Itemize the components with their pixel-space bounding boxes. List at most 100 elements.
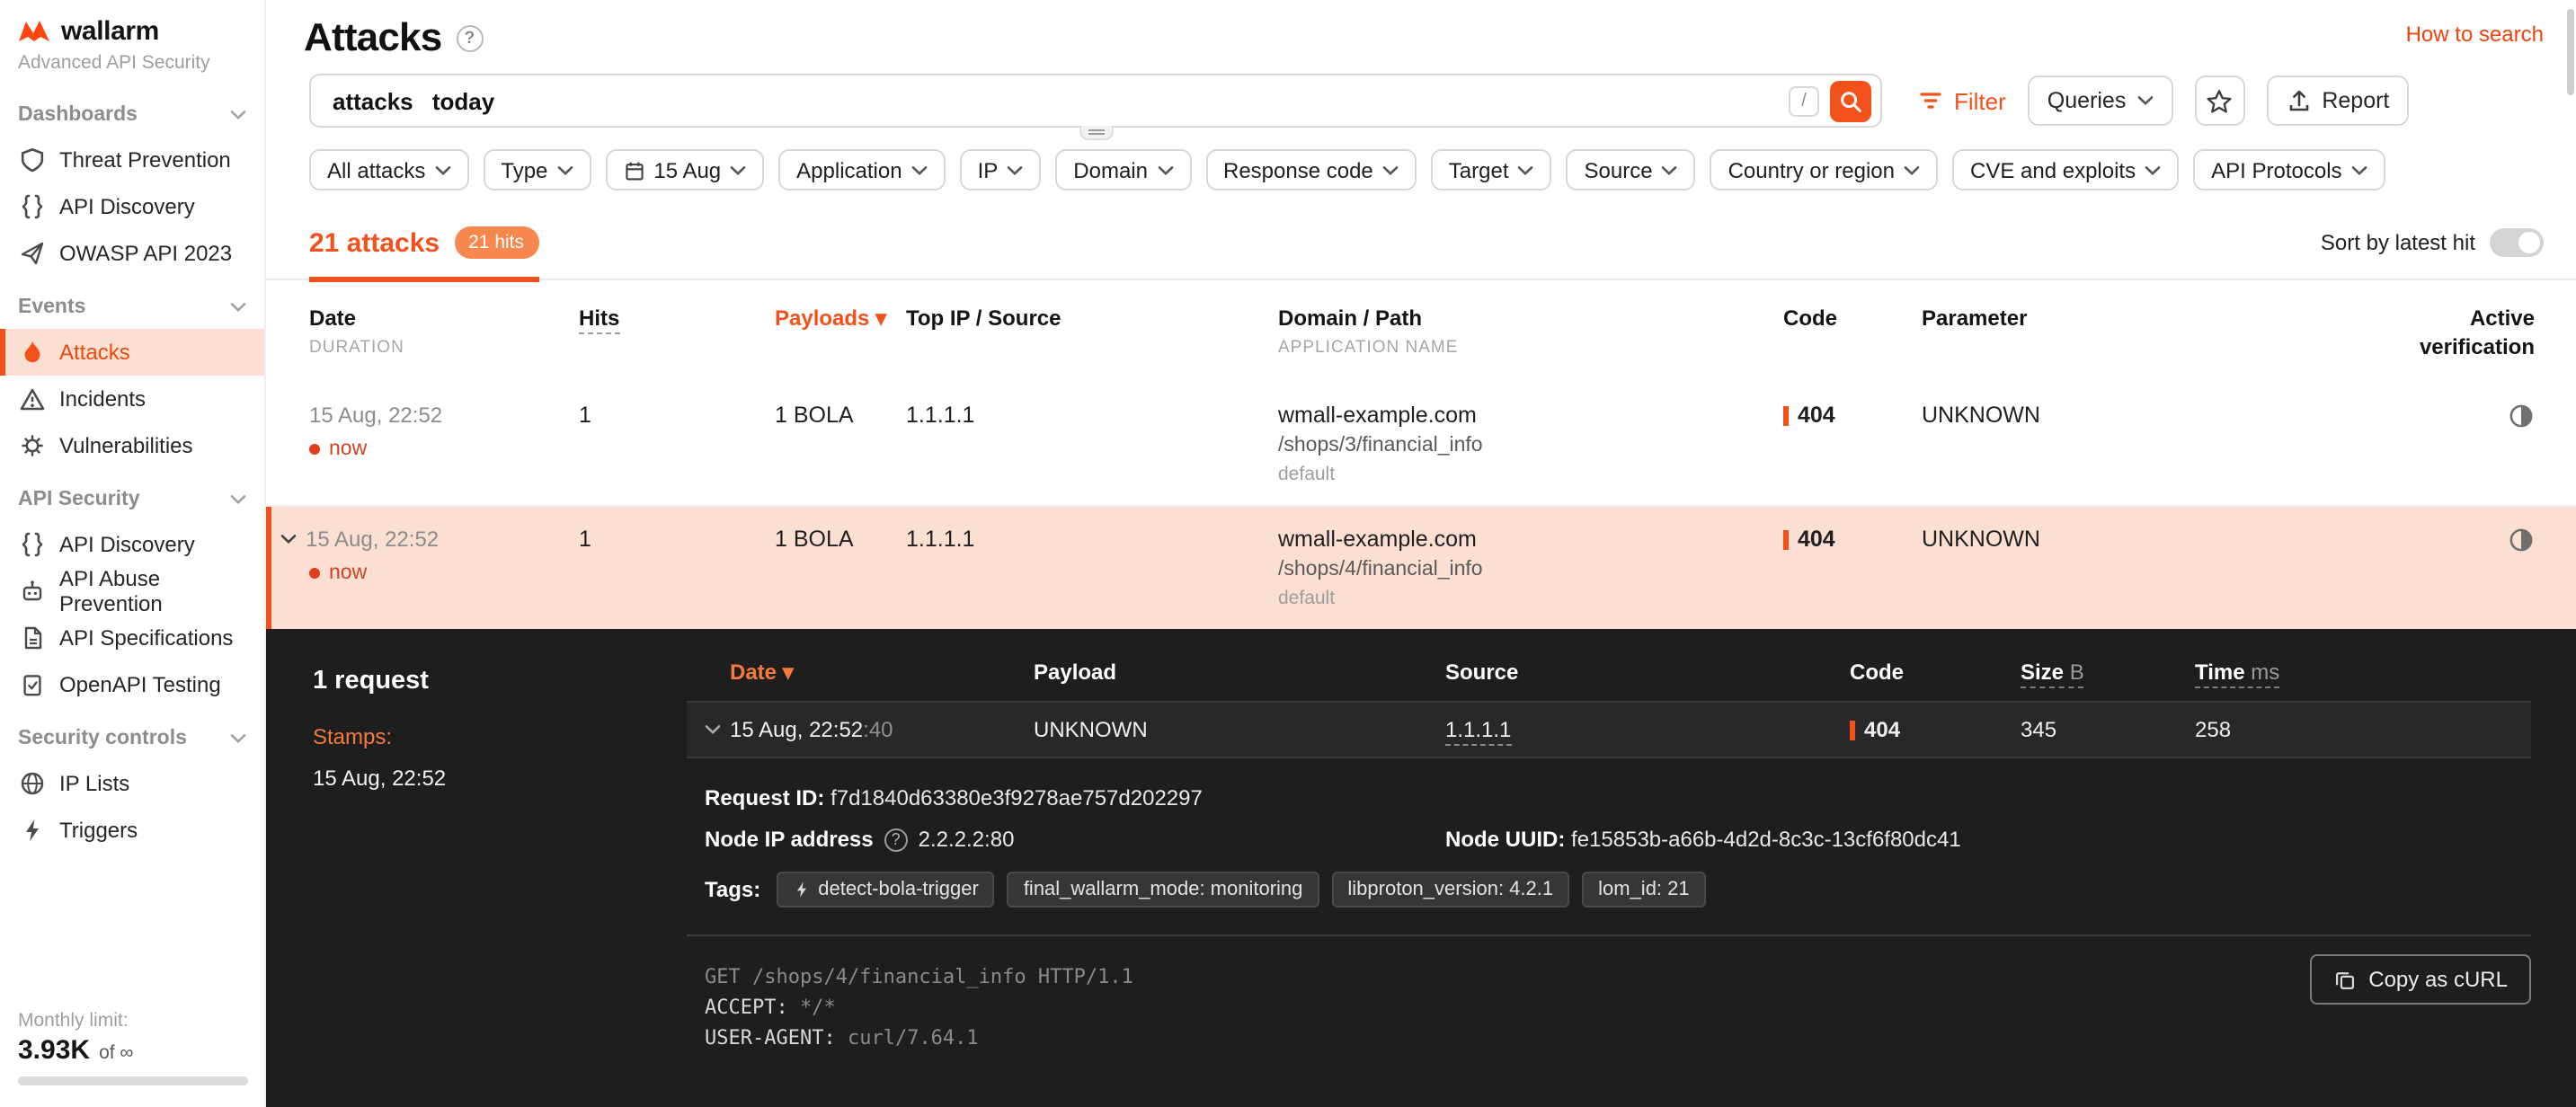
sidebar-item-api-discovery[interactable]: API Discovery <box>0 183 264 230</box>
filter-chip-cve[interactable]: CVE and exploits <box>1952 149 2179 190</box>
col-payloads[interactable]: Payloads ▾ <box>775 306 906 331</box>
verification-icon[interactable] <box>2508 403 2535 430</box>
wallarm-logo-icon <box>18 20 50 43</box>
filter-chip-type[interactable]: Type <box>483 149 591 190</box>
sidebar-section-security-controls[interactable]: Security controls <box>0 717 264 760</box>
search-button[interactable] <box>1830 80 1871 121</box>
sidebar-item-ip-lists[interactable]: IP Lists <box>0 760 264 807</box>
chevron-down-icon <box>230 494 246 505</box>
filter-chip-domain[interactable]: Domain <box>1055 149 1191 190</box>
tags-row: Tags: detect-bola-trigger final_wallarm_… <box>705 872 2531 908</box>
monthly-limit-progressbar <box>18 1076 248 1085</box>
braces-icon <box>18 532 47 557</box>
req-col-size[interactable]: Size B <box>2021 660 2195 685</box>
search-expand-handle[interactable] <box>1079 126 1113 140</box>
info-icon[interactable]: ? <box>884 828 908 851</box>
filter-chip-ip[interactable]: IP <box>960 149 1042 190</box>
chevron-down-icon <box>2136 95 2153 106</box>
sidebar-section-events[interactable]: Events <box>0 286 264 329</box>
code-severity-bar <box>1783 529 1789 549</box>
sidebar-item-triggers[interactable]: Triggers <box>0 807 264 854</box>
sidebar-section-dashboards[interactable]: Dashboards <box>0 93 264 137</box>
filter-chip-response-code[interactable]: Response code <box>1205 149 1417 190</box>
attack-row-1[interactable]: 15 Aug, 22:52 now 1 1 BOLA 1.1.1.1 wmall… <box>266 383 2576 507</box>
favorite-button[interactable] <box>2194 75 2244 126</box>
sort-toggle[interactable] <box>2490 228 2544 257</box>
row-path: /shops/3/financial_info <box>1278 435 1783 456</box>
copy-as-curl-button[interactable]: Copy as cURL <box>2309 954 2531 1005</box>
chip-label: Source <box>1585 157 1653 182</box>
sidebar-item-incidents[interactable]: Incidents <box>0 376 264 422</box>
expand-chevron-icon[interactable] <box>705 724 730 735</box>
filter-chip-source[interactable]: Source <box>1567 149 1696 190</box>
request-code: 404 <box>1864 717 1900 742</box>
request-id-value: f7d1840d63380e3f9278ae757d202297 <box>831 785 1203 810</box>
request-row[interactable]: 15 Aug, 22:52:40 UNKNOWN 1.1.1.1 404 345… <box>687 703 2531 758</box>
sidebar-item-label: API Discovery <box>59 194 195 219</box>
sidebar-item-api-discovery-2[interactable]: API Discovery <box>0 521 264 568</box>
row-application: default <box>1278 588 1783 609</box>
section-label: Security controls <box>18 728 187 749</box>
bot-icon <box>18 579 47 604</box>
chevron-down-icon <box>1007 164 1023 175</box>
request-size: 345 <box>2021 717 2195 742</box>
node-uuid-label: Node UUID: <box>1445 827 1565 852</box>
col-hits[interactable]: Hits <box>579 306 775 331</box>
sidebar-item-threat-prevention[interactable]: Threat Prevention <box>0 137 264 183</box>
filter-chip-all-attacks[interactable]: All attacks <box>309 149 468 190</box>
sidebar-item-openapi-testing[interactable]: OpenAPI Testing <box>0 661 264 708</box>
report-button[interactable]: Report <box>2266 75 2409 126</box>
search-box: / <box>309 74 1882 128</box>
request-source-link[interactable]: 1.1.1.1 <box>1445 717 1511 746</box>
sidebar-section-api-security[interactable]: API Security <box>0 478 264 521</box>
scrollbar-thumb[interactable] <box>2567 9 2574 95</box>
sidebar-item-label: API Specifications <box>59 625 233 651</box>
stamp-value: 15 Aug, 22:52 <box>313 766 687 791</box>
sidebar-item-attacks[interactable]: Attacks <box>0 329 264 376</box>
verification-icon[interactable] <box>2508 527 2535 554</box>
sidebar-item-label: Incidents <box>59 386 146 412</box>
filter-chip-country[interactable]: Country or region <box>1710 149 1938 190</box>
filter-chip-target[interactable]: Target <box>1431 149 1552 190</box>
toggle-knob <box>2518 232 2540 253</box>
star-icon <box>2206 87 2233 114</box>
sort-desc-icon: ▾ <box>875 306 886 331</box>
chevron-down-icon <box>230 302 246 313</box>
attack-row-2-expanded[interactable]: 15 Aug, 22:52 now 1 1 BOLA 1.1.1.1 wmall… <box>266 507 2576 629</box>
chip-label: All attacks <box>327 157 425 182</box>
chevron-down-icon <box>556 164 573 175</box>
chip-label: Application <box>796 157 902 182</box>
row-payloads: 1 BOLA <box>775 403 906 428</box>
sidebar-item-vulnerabilities[interactable]: Vulnerabilities <box>0 422 264 469</box>
tag-detect-bola-trigger: detect-bola-trigger <box>777 872 995 908</box>
col-parameter: Parameter <box>1922 306 2373 331</box>
chip-label: Type <box>501 157 547 182</box>
req-col-time[interactable]: Time ms <box>2195 660 2531 685</box>
sidebar-item-label: OpenAPI Testing <box>59 672 221 697</box>
search-input[interactable] <box>333 87 1789 114</box>
collapse-chevron-icon[interactable] <box>280 534 306 545</box>
sidebar-item-api-specifications[interactable]: API Specifications <box>0 615 264 661</box>
queries-dropdown[interactable]: Queries <box>2028 75 2173 126</box>
node-ip-label: Node IP address <box>705 827 874 852</box>
help-icon[interactable]: ? <box>456 25 483 52</box>
row-parameter: UNKNOWN <box>1922 527 2373 552</box>
paper-plane-icon <box>18 241 47 266</box>
req-col-date[interactable]: Date ▾ <box>705 660 1034 685</box>
row-date: 15 Aug, 22:52 <box>309 403 579 428</box>
sidebar-item-owasp-api-2023[interactable]: OWASP API 2023 <box>0 230 264 277</box>
filter-chip-api-protocols[interactable]: API Protocols <box>2193 149 2385 190</box>
row-parameter: UNKNOWN <box>1922 403 2373 428</box>
section-label: Dashboards <box>18 104 138 126</box>
filter-chips-row: All attacks Type 15 Aug Application IP D… <box>266 128 2576 190</box>
filter-button[interactable]: Filter <box>1918 87 2006 114</box>
checklist-icon <box>18 672 47 697</box>
filter-chip-application[interactable]: Application <box>778 149 945 190</box>
stamps-label: Stamps: <box>313 724 687 749</box>
chip-label: API Protocols <box>2211 157 2341 182</box>
how-to-search-link[interactable]: How to search <box>2406 22 2544 47</box>
sidebar-item-api-abuse-prevention[interactable]: API Abuse Prevention <box>0 568 264 615</box>
filter-chip-date[interactable]: 15 Aug <box>605 149 764 190</box>
sidebar-item-label: Triggers <box>59 818 138 843</box>
row-top-ip: 1.1.1.1 <box>906 527 1278 552</box>
